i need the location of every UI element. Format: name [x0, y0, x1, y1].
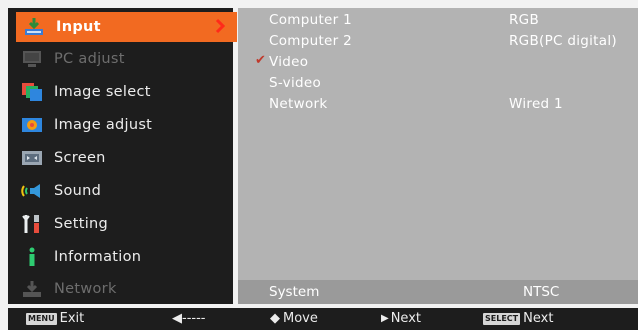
menu-item-network[interactable]: Network: [14, 274, 234, 304]
network-icon: [20, 278, 44, 300]
option-name: Computer 1: [269, 12, 352, 28]
information-icon: [20, 246, 44, 268]
option-name: Video: [269, 54, 309, 70]
menu-item-sound[interactable]: Sound: [14, 176, 234, 206]
move-arrows-icon: ◆: [270, 311, 280, 326]
back-label: ◀-----: [172, 311, 206, 326]
image-adjust-icon: [20, 114, 44, 136]
sound-icon: [20, 180, 44, 202]
exit-hint: MENU Exit: [26, 311, 84, 326]
menu-item-label: Network: [54, 281, 117, 297]
next-label: Next: [390, 311, 421, 326]
option-row-s-video[interactable]: S-video: [238, 74, 638, 94]
menu-item-label: Setting: [54, 216, 109, 232]
option-row-computer-1[interactable]: Computer 1 RGB: [238, 11, 638, 31]
menu-item-label: PC adjust: [54, 51, 125, 67]
option-value: RGB: [509, 12, 540, 28]
option-row-computer-2[interactable]: Computer 2 RGB(PC digital): [238, 32, 638, 52]
exit-label: Exit: [59, 311, 85, 326]
system-value: NTSC: [523, 284, 560, 300]
back-hint: ◀-----: [172, 311, 205, 326]
menu-item-label: Sound: [54, 183, 102, 199]
menu-item-pc-adjust[interactable]: PC adjust: [14, 44, 234, 74]
menu-key-icon: MENU: [26, 312, 57, 325]
select-label: Next: [523, 311, 554, 326]
menu-item-image-select[interactable]: Image select: [14, 77, 234, 107]
system-label: System: [269, 284, 320, 300]
option-name: S-video: [269, 75, 322, 91]
menu-item-input[interactable]: Input: [16, 12, 237, 42]
option-name: Network: [269, 96, 328, 112]
menu-item-label: Image select: [54, 84, 151, 100]
checkmark-icon: ✔: [255, 53, 267, 68]
next-arrow-icon: ▶: [381, 313, 389, 324]
menu-item-label: Image adjust: [54, 117, 153, 133]
system-row[interactable]: System NTSC: [238, 280, 638, 304]
option-value: Wired 1: [509, 96, 563, 112]
menu-item-image-adjust[interactable]: Image adjust: [14, 110, 234, 140]
menu-item-label: Input: [56, 19, 101, 35]
menu-item-information[interactable]: Information: [14, 242, 234, 272]
option-name: Computer 2: [269, 33, 352, 49]
move-hint: ◆ Move: [270, 311, 318, 326]
input-options-panel: Computer 1 RGB Computer 2 RGB(PC digital…: [238, 8, 638, 304]
footer-guide-bar: MENU Exit ◀----- ◆ Move ▶ Next SELECT Ne…: [8, 308, 638, 330]
option-row-network[interactable]: Network Wired 1: [238, 95, 638, 115]
menu-item-label: Information: [54, 249, 142, 265]
image-select-icon: [20, 81, 44, 103]
menu-item-setting[interactable]: Setting: [14, 209, 234, 239]
next-hint: ▶ Next: [381, 311, 421, 326]
setting-icon: [20, 213, 44, 235]
screen-icon: [20, 147, 44, 169]
menu-item-screen[interactable]: Screen: [14, 143, 234, 173]
pc-adjust-icon: [20, 48, 44, 70]
move-label: Move: [283, 311, 318, 326]
option-value: RGB(PC digital): [509, 33, 617, 49]
main-menu: Input PC adjust Image select Image adjus…: [8, 8, 237, 304]
input-icon: [22, 16, 46, 38]
select-key-icon: SELECT: [483, 312, 521, 325]
menu-item-label: Screen: [54, 150, 106, 166]
option-row-video[interactable]: ✔ Video: [238, 53, 638, 73]
chevron-right-icon: [215, 18, 226, 34]
select-hint: SELECT Next: [483, 311, 553, 326]
